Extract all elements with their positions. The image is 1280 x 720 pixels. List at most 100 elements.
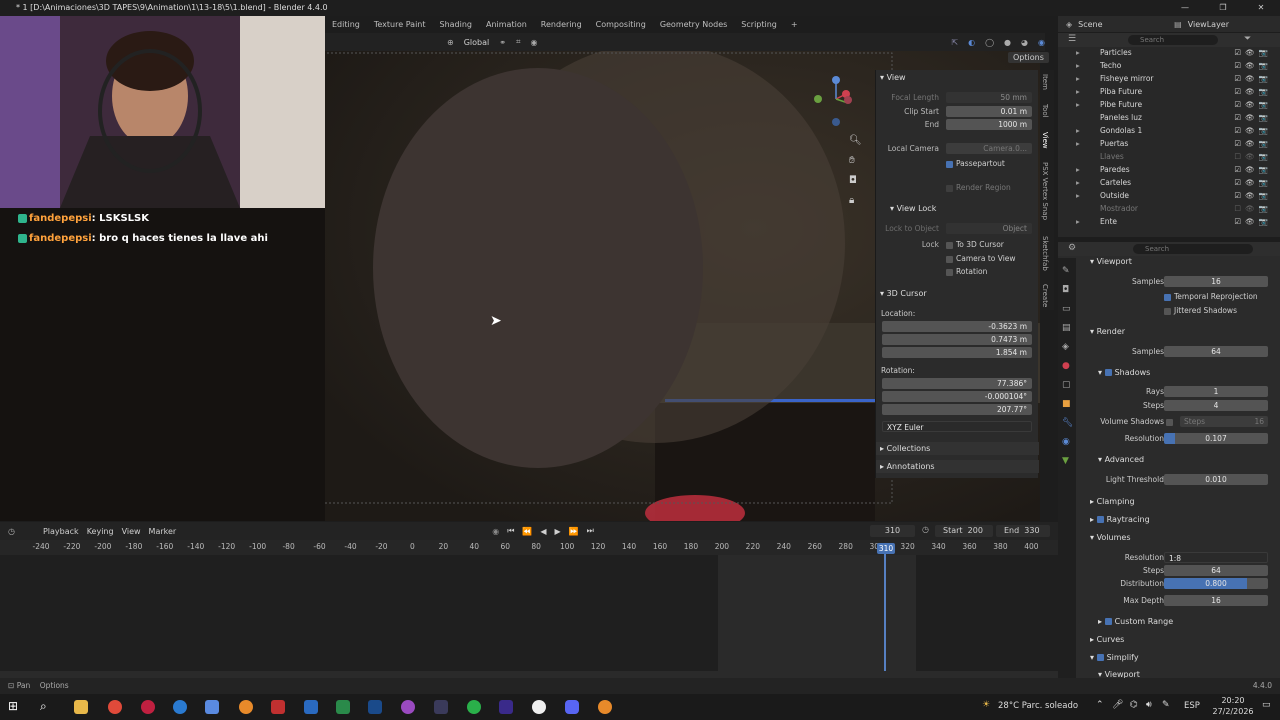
blender-icon[interactable] [598, 700, 612, 714]
shading-wireframe-icon[interactable]: ◯ [985, 38, 994, 47]
annotations-panel-header[interactable]: ▸ Annotations [880, 460, 935, 473]
jittered-shadows-checkbox[interactable] [1164, 307, 1171, 315]
visibility-icons[interactable]: ☑👁📷 [1234, 215, 1272, 228]
rotation-mode-dropdown[interactable]: XYZ Euler [882, 421, 1032, 432]
viewlayer-selector[interactable]: ViewLayer [1188, 20, 1229, 29]
pen-icon[interactable]: ✎ [1162, 700, 1170, 710]
tab-geometry-nodes[interactable]: Geometry Nodes [653, 17, 734, 33]
shading-solid-icon[interactable]: ● [1004, 38, 1011, 47]
volume-icon[interactable]: 🔊︎ [1146, 700, 1152, 710]
shading-material-icon[interactable]: ◕ [1021, 38, 1028, 47]
jump-start-icon[interactable]: ⏮ [507, 526, 514, 536]
outliner-item[interactable]: Fisheye mirror [1100, 72, 1154, 85]
collection-tab-icon[interactable]: ▢ [1062, 376, 1073, 395]
cursor-location-z[interactable]: 1.854 m [882, 347, 1032, 358]
steps-field[interactable]: 4 [1164, 400, 1268, 411]
blender-icon[interactable] [239, 700, 253, 714]
spotify-icon[interactable] [467, 700, 481, 714]
pycharm-icon[interactable] [336, 700, 350, 714]
tab-scripting[interactable]: Scripting [734, 17, 784, 33]
output-tab-icon[interactable]: ▭ [1062, 300, 1073, 319]
view-menu[interactable]: View [122, 527, 141, 536]
marker-menu[interactable]: Marker [149, 527, 177, 536]
playhead[interactable] [884, 543, 886, 671]
microphone-icon[interactable]: 🎤︎ [1112, 700, 1123, 710]
max-depth-field[interactable]: 16 [1164, 595, 1268, 606]
tab-psx-vertex-snap[interactable]: PSX Vertex Snap [1041, 162, 1049, 220]
visibility-icons[interactable]: ☑👁📷 [1234, 59, 1272, 72]
jump-end-icon[interactable]: ⏭ [587, 526, 594, 536]
properties-search-input[interactable]: Search [1133, 244, 1253, 254]
timeline-editor-icon[interactable]: ◷ [8, 527, 15, 536]
curves-section-header[interactable]: ▸ Curves [1090, 633, 1124, 646]
outliner-item[interactable]: Outside [1100, 189, 1129, 202]
after-effects-icon[interactable] [499, 700, 513, 714]
app-icon[interactable] [205, 700, 219, 714]
outliner-item[interactable]: Paneles luz [1100, 111, 1142, 124]
tab-sketchfab[interactable]: Sketchfab [1041, 236, 1049, 271]
play-reverse-icon[interactable]: ◀ [540, 527, 546, 536]
visibility-icons[interactable]: ☑👁📷 [1234, 137, 1272, 150]
cursor-rotation-y[interactable]: -0.000104° [882, 391, 1032, 402]
object-tab-icon[interactable]: ■ [1062, 395, 1073, 414]
visibility-icons[interactable]: ☑👁📷 [1234, 124, 1272, 137]
shadow-resolution-field[interactable]: 0.107 [1164, 433, 1268, 444]
prev-key-icon[interactable]: ⏪ [522, 527, 532, 536]
language-indicator[interactable]: ESP [1184, 701, 1200, 711]
playback-menu[interactable]: Playback [43, 527, 79, 536]
custom-range-section-header[interactable]: ▸ Custom Range [1098, 615, 1173, 628]
camera-icon[interactable]: ◘ [849, 171, 861, 191]
outliner-item[interactable]: Mostrador [1100, 202, 1138, 215]
passepartout-checkbox[interactable] [946, 160, 953, 168]
add-workspace-button[interactable]: + [784, 17, 805, 33]
outliner-item[interactable]: Paredes [1100, 163, 1130, 176]
volumes-section-header[interactable]: ▾ Volumes [1090, 531, 1130, 544]
collections-panel-header[interactable]: ▸ Collections [880, 442, 930, 455]
to-3d-cursor-checkbox[interactable] [946, 241, 953, 249]
discord-icon[interactable] [565, 700, 579, 714]
cursor-location-y[interactable]: 0.7473 m [882, 334, 1032, 345]
close-button[interactable]: ✕ [1242, 0, 1280, 16]
viewport-section-header[interactable]: ▾ Viewport [1090, 255, 1132, 268]
pivot-icon[interactable]: ⚭ [499, 38, 506, 47]
clip-start-field[interactable]: 0.01 m [946, 106, 1032, 117]
overlay-icon[interactable]: ◐ [968, 38, 975, 47]
raytracing-section-header[interactable]: ▸ Raytracing [1090, 513, 1150, 526]
viewport-left-area[interactable] [0, 205, 325, 521]
scene-tab-icon[interactable]: ◈ [1062, 338, 1073, 357]
record-icon[interactable]: ◉ [492, 527, 499, 536]
volume-steps-field[interactable]: 16 [1254, 416, 1264, 427]
visibility-icons[interactable]: ☑👁📷 [1234, 176, 1272, 189]
tab-shading[interactable]: Shading [433, 17, 480, 33]
visibility-icons[interactable]: ☐👁📷 [1234, 150, 1272, 163]
clip-end-field[interactable]: 1000 m [946, 119, 1032, 130]
zoom-icon[interactable]: 🔍︎ [849, 131, 862, 151]
tab-create[interactable]: Create [1041, 284, 1049, 307]
timeline-scrollbar[interactable] [0, 671, 1058, 678]
edge-icon[interactable] [173, 700, 187, 714]
cursor-rotation-x[interactable]: 77.386° [882, 378, 1032, 389]
light-threshold-field[interactable]: 0.010 [1164, 474, 1268, 485]
outliner-item[interactable]: Piba Future [1100, 85, 1142, 98]
app-icon[interactable] [401, 700, 415, 714]
scene-selector[interactable]: Scene [1078, 20, 1168, 29]
distribution-field[interactable]: 0.800 [1164, 578, 1268, 589]
tab-item[interactable]: Item [1041, 74, 1049, 90]
visibility-icons[interactable]: ☑👁📷 [1234, 98, 1272, 111]
proportional-icon[interactable]: ◉ [530, 38, 537, 47]
start-frame-field[interactable]: 200 [968, 526, 983, 535]
cursor-location-x[interactable]: -0.3623 m [882, 321, 1032, 332]
outliner-search-input[interactable]: Search [1128, 35, 1218, 45]
notification-icon[interactable]: ▭ [1262, 700, 1271, 710]
tab-texture-paint[interactable]: Texture Paint [367, 17, 433, 33]
modifier-tab-icon[interactable]: 🔧︎ [1062, 414, 1073, 433]
cursor-rotation-z[interactable]: 207.77° [882, 404, 1032, 415]
outliner-item[interactable]: Particles [1100, 46, 1132, 59]
render-tab-icon[interactable]: ◘ [1062, 281, 1073, 300]
outliner-editor-icon[interactable]: ☰ [1068, 34, 1076, 44]
temporal-reprojection-checkbox[interactable] [1164, 293, 1171, 301]
simplify-section-header[interactable]: ▾ Simplify [1090, 651, 1139, 664]
clamping-section-header[interactable]: ▸ Clamping [1090, 495, 1135, 508]
clock[interactable]: 20:20 27/2/2026 [1208, 695, 1258, 717]
weather-text[interactable]: 28°C Parc. soleado [998, 701, 1078, 711]
